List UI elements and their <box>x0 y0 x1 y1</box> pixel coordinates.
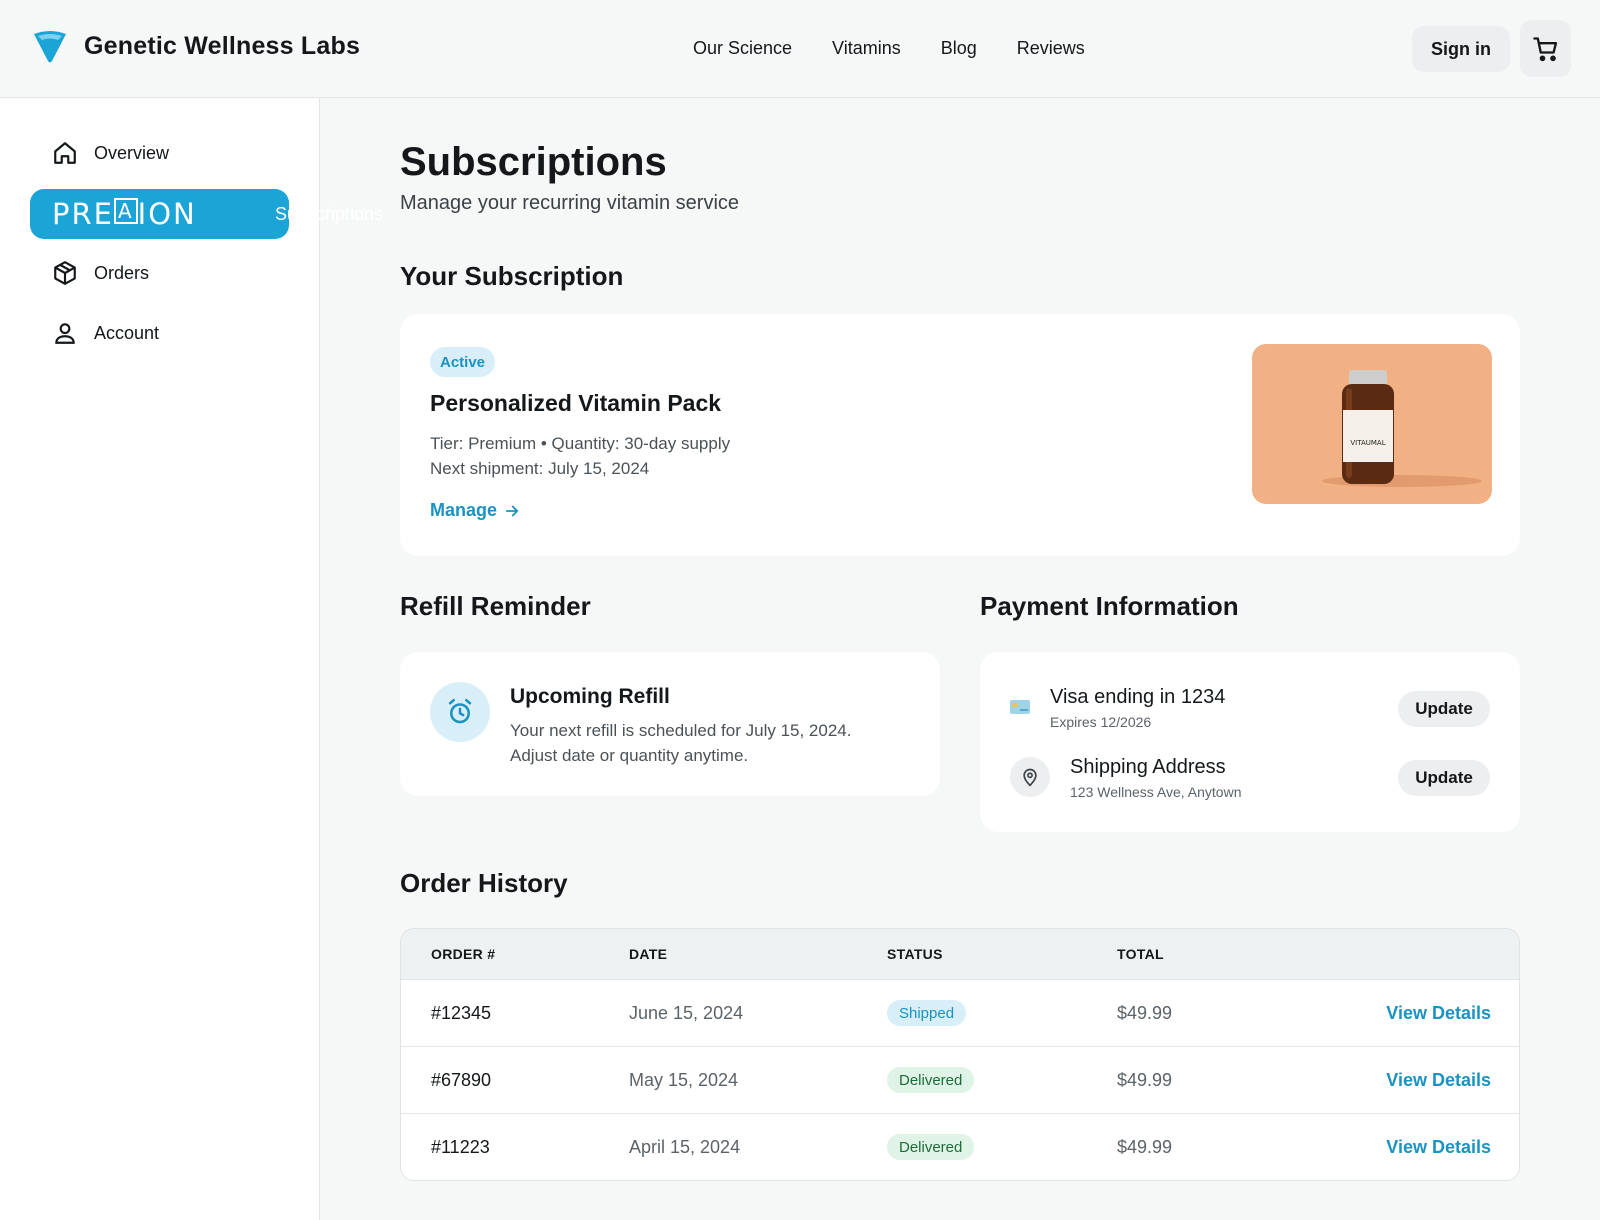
status-badge: Active <box>430 347 496 377</box>
brand-name: Genetic Wellness Labs <box>84 31 361 60</box>
column-header-date: DATE <box>629 946 668 962</box>
sign-in-button[interactable]: Sign in <box>1412 26 1510 72</box>
card-expiry: Expires 12/2026 <box>1050 714 1152 730</box>
table-row: #67890 May 15, 2024 Delivered $49.99 Vie… <box>401 1046 1519 1113</box>
user-icon <box>55 323 75 344</box>
order-total: $49.99 <box>1117 1137 1173 1157</box>
sidebar-item-account[interactable]: Account <box>30 308 289 358</box>
status-badge: Shipped <box>887 1000 967 1026</box>
order-number: #67890 <box>431 1070 492 1090</box>
shopping-cart-icon <box>1532 36 1557 61</box>
view-details-link[interactable]: View Details <box>1386 1137 1491 1158</box>
home-icon <box>54 142 76 164</box>
brand[interactable]: Genetic Wellness Labs <box>32 28 360 64</box>
sidebar-item-label: Account <box>94 322 160 343</box>
column-header-order: ORDER # <box>431 946 496 962</box>
table-header: ORDER # DATE STATUS TOTAL <box>401 929 1519 979</box>
main-nav: Our Science Vitamins Blog Reviews <box>693 38 1085 59</box>
section-title-subscription: Your Subscription <box>400 261 624 291</box>
top-navigation-bar: Genetic Wellness Labs Our Science Vitami… <box>0 0 1600 98</box>
page-title: Subscriptions <box>400 140 667 184</box>
shipping-address-title: Shipping Address <box>1070 756 1226 778</box>
nav-link-reviews[interactable]: Reviews <box>1017 38 1085 59</box>
view-details-link[interactable]: View Details <box>1386 1070 1491 1091</box>
manage-subscription-link[interactable]: Manage <box>430 500 521 521</box>
page-subtitle: Manage your recurring vitamin service <box>400 192 740 214</box>
status-badge: Delivered <box>887 1134 975 1160</box>
order-history-table: ORDER # DATE STATUS TOTAL #12345 June 15… <box>400 928 1520 1181</box>
update-card-button[interactable]: Update <box>1398 691 1490 727</box>
subscription-card: Active Personalized Vitamin Pack Tier: P… <box>400 314 1520 556</box>
section-title-payment: Payment Information <box>980 591 1239 621</box>
svg-text:VITAUMAL: VITAUMAL <box>1350 439 1385 447</box>
sidebar-item-label: Subscriptions <box>275 204 384 224</box>
arrow-right-icon <box>505 505 519 516</box>
nav-link-our-science[interactable]: Our Science <box>693 38 792 59</box>
alarm-clock-icon <box>430 682 490 742</box>
table-row: #11223 April 15, 2024 Delivered $49.99 V… <box>401 1113 1519 1180</box>
refill-description: Your next refill is scheduled for July 1… <box>510 721 852 765</box>
cart-button[interactable] <box>1520 20 1571 77</box>
location-pin-icon <box>1010 757 1050 797</box>
payment-info-card: Visa ending in 1234 Expires 12/2026 Upda… <box>980 652 1520 832</box>
refill-title: Upcoming Refill <box>510 685 670 708</box>
sidebar-item-orders[interactable]: Orders <box>30 248 289 298</box>
credit-card-icon <box>1010 700 1030 714</box>
subscription-next-shipment: Next shipment: July 15, 2024 <box>430 459 650 478</box>
section-title-refill: Refill Reminder <box>400 591 591 621</box>
subscription-tier-quantity: Tier: Premium • Quantity: 30-day supply <box>430 434 731 453</box>
sidebar-item-overview[interactable]: Overview <box>30 128 289 178</box>
sidebar-item-label: Orders <box>94 262 150 283</box>
view-details-link[interactable]: View Details <box>1386 1003 1491 1024</box>
order-number: #12345 <box>431 1003 492 1023</box>
card-title: Visa ending in 1234 <box>1050 686 1226 708</box>
sidebar-item-subscriptions[interactable]: PRE A ION Subscriptions <box>30 189 383 239</box>
order-date: April 15, 2024 <box>629 1137 741 1157</box>
brand-stamp-logo: PRE A ION <box>52 197 197 231</box>
column-header-status: STATUS <box>887 946 943 962</box>
sidebar: Overview PRE A ION Subscriptions Orders Ac… <box>0 98 383 1220</box>
box-icon <box>54 261 76 285</box>
shipping-address-value: 123 Wellness Ave, Anytown <box>1070 784 1242 800</box>
order-total: $49.99 <box>1117 1070 1173 1090</box>
table-row: #12345 June 15, 2024 Shipped $49.99 View… <box>401 979 1519 1046</box>
sidebar-item-label: Overview <box>94 142 170 163</box>
nav-link-vitamins[interactable]: Vitamins <box>832 38 901 59</box>
section-title-order-history: Order History <box>400 868 568 898</box>
nav-link-blog[interactable]: Blog <box>941 38 977 59</box>
product-image: VITAUMAL <box>1252 344 1492 504</box>
order-number: #11223 <box>431 1137 490 1157</box>
refill-reminder-card: Upcoming Refill Your next refill is sche… <box>400 652 940 796</box>
vitamin-bottle-illustration: VITAUMAL <box>1252 344 1492 504</box>
order-total: $49.99 <box>1117 1003 1173 1023</box>
order-date: June 15, 2024 <box>629 1003 744 1023</box>
update-address-button[interactable]: Update <box>1398 760 1490 796</box>
brand-logo-icon <box>34 31 66 63</box>
status-badge: Delivered <box>887 1067 975 1093</box>
subscription-name: Personalized Vitamin Pack <box>430 390 722 416</box>
order-date: May 15, 2024 <box>629 1070 739 1090</box>
column-header-total: TOTAL <box>1117 946 1164 962</box>
